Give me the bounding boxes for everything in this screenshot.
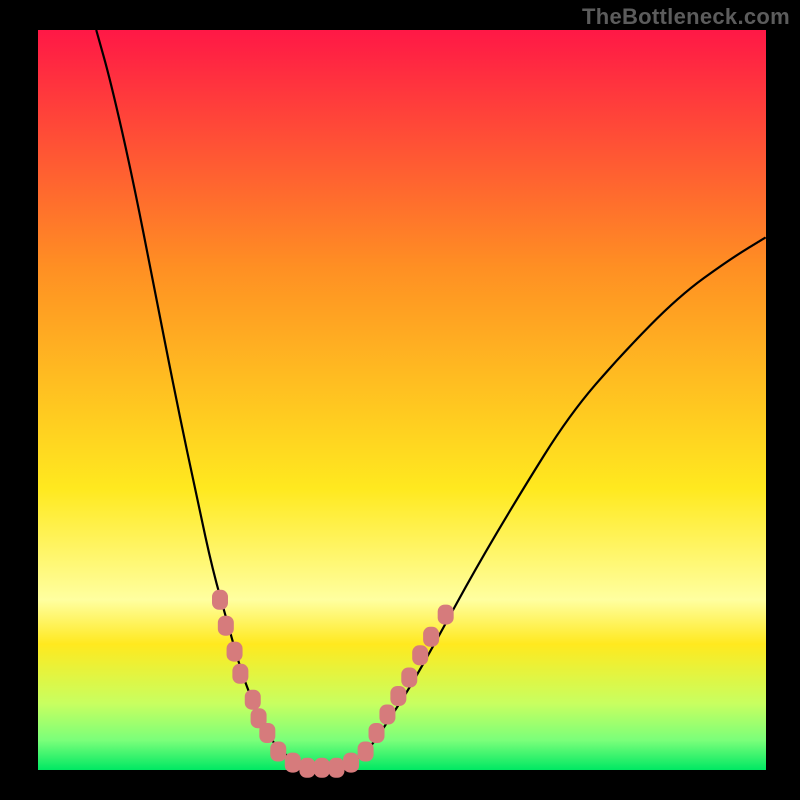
- marker-point: [401, 668, 417, 688]
- marker-point: [285, 753, 301, 773]
- marker-point: [423, 627, 439, 647]
- chart-stage: TheBottleneck.com: [0, 0, 800, 800]
- watermark-text: TheBottleneck.com: [582, 4, 790, 30]
- marker-point: [379, 705, 395, 725]
- marker-point: [212, 590, 228, 610]
- plot-background: [38, 30, 766, 770]
- marker-point: [343, 753, 359, 773]
- marker-point: [390, 686, 406, 706]
- marker-point: [259, 723, 275, 743]
- marker-point: [227, 642, 243, 662]
- marker-point: [232, 664, 248, 684]
- marker-point: [369, 723, 385, 743]
- marker-point: [438, 605, 454, 625]
- marker-point: [412, 645, 428, 665]
- marker-point: [299, 758, 315, 778]
- marker-point: [314, 758, 330, 778]
- marker-point: [218, 616, 234, 636]
- marker-point: [358, 742, 374, 762]
- marker-point: [245, 690, 261, 710]
- marker-point: [328, 758, 344, 778]
- marker-point: [270, 742, 286, 762]
- chart-svg: [0, 0, 800, 800]
